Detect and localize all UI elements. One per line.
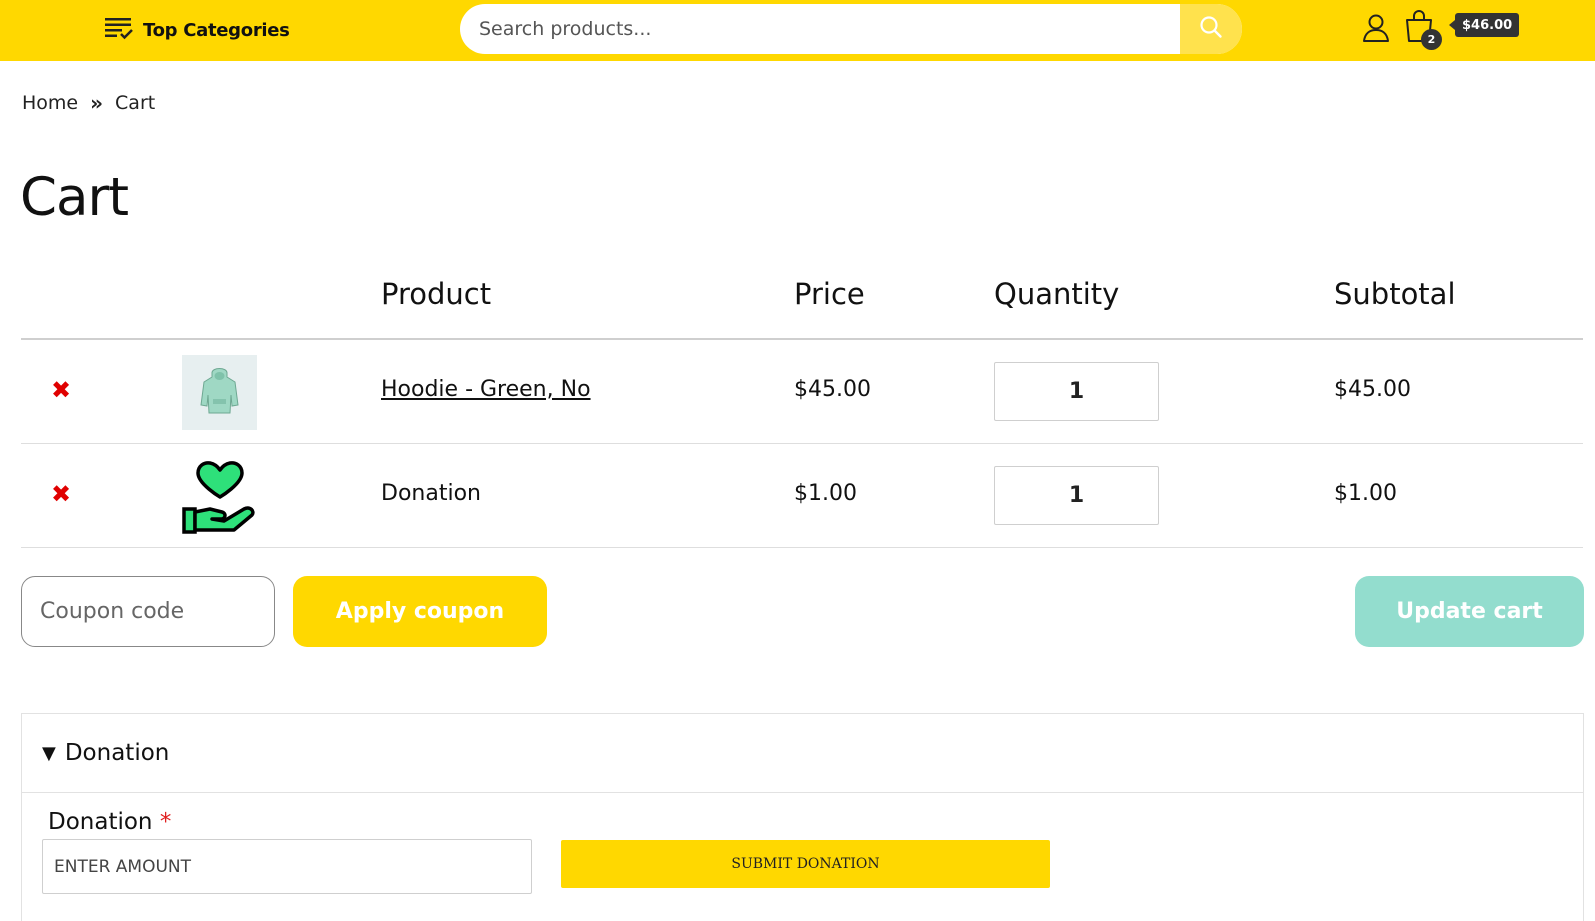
top-categories-label: Top Categories: [143, 19, 290, 41]
donation-amount-input[interactable]: [42, 839, 532, 894]
remove-item-button[interactable]: ✖: [51, 378, 71, 402]
product-name: Donation: [381, 481, 481, 506]
product-subtotal: $45.00: [1334, 377, 1411, 402]
search-input[interactable]: [460, 4, 1180, 54]
donation-toggle[interactable]: ▼ Donation: [22, 714, 1583, 793]
cart-table: Product Price Quantity Subtotal ✖ Hoodie…: [21, 260, 1583, 548]
breadcrumb: Home » Cart: [22, 91, 155, 115]
table-row: ✖ Hoodie - Green, No $45.00 $45.00: [21, 340, 1583, 444]
donation-field-label: Donation *: [48, 809, 171, 835]
donation-section-title: Donation: [64, 740, 170, 766]
header-quantity: Quantity: [994, 277, 1120, 311]
apply-coupon-button[interactable]: Apply coupon: [293, 576, 547, 647]
quantity-input[interactable]: [994, 362, 1159, 421]
coupon-code-input[interactable]: [21, 576, 275, 647]
donation-label-text: Donation: [48, 809, 153, 835]
required-mark: *: [159, 809, 172, 835]
breadcrumb-home[interactable]: Home: [22, 92, 78, 114]
search-button[interactable]: [1180, 4, 1242, 54]
top-bar: Top Categories 2 $46.00: [0, 0, 1595, 61]
search-bar: [460, 4, 1242, 54]
cart-total-badge[interactable]: $46.00: [1448, 13, 1520, 37]
table-header: Product Price Quantity Subtotal: [21, 260, 1583, 340]
heart-hand-icon[interactable]: [182, 459, 257, 534]
breadcrumb-current: Cart: [115, 92, 156, 114]
search-icon: [1199, 15, 1223, 43]
triangle-down-icon: ▼: [42, 742, 56, 764]
header-subtotal: Subtotal: [1334, 277, 1456, 311]
product-name-link[interactable]: Hoodie - Green, No: [381, 377, 591, 402]
menu-list-icon: [105, 16, 133, 44]
quantity-input[interactable]: [994, 466, 1159, 525]
header-product: Product: [381, 277, 492, 311]
remove-item-button[interactable]: ✖: [51, 482, 71, 506]
product-subtotal: $1.00: [1334, 481, 1397, 506]
product-price: $1.00: [794, 481, 857, 506]
page-title: Cart: [20, 167, 129, 228]
update-cart-button[interactable]: Update cart: [1355, 576, 1584, 647]
donation-section: ▼ Donation Donation * SUBMIT DONATION: [21, 713, 1584, 921]
top-categories-link[interactable]: Top Categories: [105, 16, 290, 44]
header-price: Price: [794, 277, 865, 311]
table-row: ✖ Donation $1.00 $1.00: [21, 444, 1583, 548]
submit-donation-button[interactable]: SUBMIT DONATION: [561, 840, 1050, 888]
product-price: $45.00: [794, 377, 871, 402]
breadcrumb-separator: »: [90, 91, 104, 115]
cart-count-badge: 2: [1421, 29, 1442, 50]
hoodie-thumbnail[interactable]: [182, 355, 257, 430]
user-icon[interactable]: [1361, 13, 1391, 43]
